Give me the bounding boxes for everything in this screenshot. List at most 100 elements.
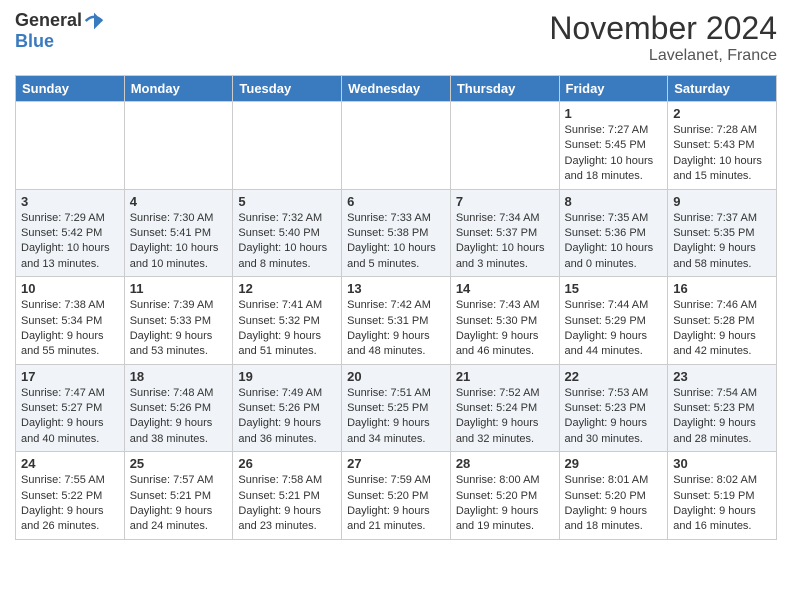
- day-number: 10: [21, 281, 119, 296]
- day-number: 6: [347, 194, 445, 209]
- day-info: Sunrise: 8:00 AM Sunset: 5:20 PM Dayligh…: [456, 473, 554, 535]
- calendar-cell: 7 Sunrise: 7:34 AM Sunset: 5:37 PM Daylig…: [450, 189, 559, 277]
- day-number: 22: [565, 369, 663, 384]
- calendar-cell: 17 Sunrise: 7:47 AM Sunset: 5:27 PM Dayli…: [16, 364, 125, 452]
- day-number: 23: [673, 369, 771, 384]
- calendar-cell: [233, 102, 342, 190]
- col-monday: Monday: [124, 76, 233, 102]
- calendar-cell: 22 Sunrise: 7:53 AM Sunset: 5:23 PM Dayli…: [559, 364, 668, 452]
- calendar-week-row: 24 Sunrise: 7:55 AM Sunset: 5:22 PM Dayli…: [16, 452, 777, 540]
- month-title: November 2024: [549, 10, 777, 47]
- day-info: Sunrise: 7:44 AM Sunset: 5:29 PM Dayligh…: [565, 298, 663, 360]
- col-friday: Friday: [559, 76, 668, 102]
- day-info: Sunrise: 8:02 AM Sunset: 5:19 PM Dayligh…: [673, 473, 771, 535]
- day-info: Sunrise: 7:35 AM Sunset: 5:36 PM Dayligh…: [565, 211, 663, 273]
- day-number: 13: [347, 281, 445, 296]
- day-number: 14: [456, 281, 554, 296]
- day-number: 24: [21, 456, 119, 471]
- day-info: Sunrise: 8:01 AM Sunset: 5:20 PM Dayligh…: [565, 473, 663, 535]
- day-info: Sunrise: 7:59 AM Sunset: 5:20 PM Dayligh…: [347, 473, 445, 535]
- logo-general-text: General: [15, 10, 82, 31]
- calendar-cell: 8 Sunrise: 7:35 AM Sunset: 5:36 PM Daylig…: [559, 189, 668, 277]
- day-info: Sunrise: 7:29 AM Sunset: 5:42 PM Dayligh…: [21, 211, 119, 273]
- calendar-cell: 23Sunrise: 7:54 AM Sunset: 5:23 PM Dayli…: [668, 364, 777, 452]
- logo: General Blue: [15, 10, 104, 52]
- calendar-table: Sunday Monday Tuesday Wednesday Thursday…: [15, 75, 777, 540]
- calendar-cell: 2 Sunrise: 7:28 AM Sunset: 5:43 PM Daylig…: [668, 102, 777, 190]
- day-number: 9: [673, 194, 771, 209]
- day-info: Sunrise: 7:34 AM Sunset: 5:37 PM Dayligh…: [456, 211, 554, 273]
- calendar-cell: 1 Sunrise: 7:27 AM Sunset: 5:45 PM Daylig…: [559, 102, 668, 190]
- calendar-cell: 30 Sunrise: 8:02 AM Sunset: 5:19 PM Dayli…: [668, 452, 777, 540]
- day-info: Sunrise: 7:51 AM Sunset: 5:25 PM Dayligh…: [347, 386, 445, 448]
- day-number: 18: [130, 369, 228, 384]
- calendar-week-row: 1 Sunrise: 7:27 AM Sunset: 5:45 PM Daylig…: [16, 102, 777, 190]
- day-info: Sunrise: 7:28 AM Sunset: 5:43 PM Dayligh…: [673, 123, 771, 185]
- calendar-cell: 19 Sunrise: 7:49 AM Sunset: 5:26 PM Dayli…: [233, 364, 342, 452]
- calendar-cell: 10 Sunrise: 7:38 AM Sunset: 5:34 PM Dayli…: [16, 277, 125, 365]
- day-number: 29: [565, 456, 663, 471]
- day-info: Sunrise: 7:42 AM Sunset: 5:31 PM Dayligh…: [347, 298, 445, 360]
- day-info: Sunrise: 7:49 AM Sunset: 5:26 PM Dayligh…: [238, 386, 336, 448]
- day-number: 28: [456, 456, 554, 471]
- location: Lavelanet, France: [549, 47, 777, 65]
- day-info: Sunrise: 7:32 AM Sunset: 5:40 PM Dayligh…: [238, 211, 336, 273]
- day-number: 4: [130, 194, 228, 209]
- day-number: 16: [673, 281, 771, 296]
- calendar-cell: 14 Sunrise: 7:43 AM Sunset: 5:30 PM Dayli…: [450, 277, 559, 365]
- day-info: Sunrise: 7:46 AM Sunset: 5:28 PM Dayligh…: [673, 298, 771, 360]
- col-sunday: Sunday: [16, 76, 125, 102]
- day-number: 5: [238, 194, 336, 209]
- calendar-cell: [16, 102, 125, 190]
- calendar-cell: 6 Sunrise: 7:33 AM Sunset: 5:38 PM Daylig…: [342, 189, 451, 277]
- day-number: 11: [130, 281, 228, 296]
- calendar-cell: 21Sunrise: 7:52 AM Sunset: 5:24 PM Dayli…: [450, 364, 559, 452]
- day-info: Sunrise: 7:55 AM Sunset: 5:22 PM Dayligh…: [21, 473, 119, 535]
- calendar-cell: [124, 102, 233, 190]
- day-info: Sunrise: 7:58 AM Sunset: 5:21 PM Dayligh…: [238, 473, 336, 535]
- day-info: Sunrise: 7:33 AM Sunset: 5:38 PM Dayligh…: [347, 211, 445, 273]
- day-number: 7: [456, 194, 554, 209]
- col-tuesday: Tuesday: [233, 76, 342, 102]
- calendar-cell: 16 Sunrise: 7:46 AM Sunset: 5:28 PM Dayli…: [668, 277, 777, 365]
- day-info: Sunrise: 7:39 AM Sunset: 5:33 PM Dayligh…: [130, 298, 228, 360]
- calendar-cell: [342, 102, 451, 190]
- day-number: 25: [130, 456, 228, 471]
- calendar-cell: 25Sunrise: 7:57 AM Sunset: 5:21 PM Dayli…: [124, 452, 233, 540]
- day-info: Sunrise: 7:41 AM Sunset: 5:32 PM Dayligh…: [238, 298, 336, 360]
- day-number: 30: [673, 456, 771, 471]
- day-number: 19: [238, 369, 336, 384]
- day-number: 27: [347, 456, 445, 471]
- calendar-cell: 9Sunrise: 7:37 AM Sunset: 5:35 PM Daylig…: [668, 189, 777, 277]
- calendar-cell: 13 Sunrise: 7:42 AM Sunset: 5:31 PM Dayli…: [342, 277, 451, 365]
- calendar-week-row: 3Sunrise: 7:29 AM Sunset: 5:42 PM Daylig…: [16, 189, 777, 277]
- day-info: Sunrise: 7:38 AM Sunset: 5:34 PM Dayligh…: [21, 298, 119, 360]
- calendar-week-row: 10 Sunrise: 7:38 AM Sunset: 5:34 PM Dayli…: [16, 277, 777, 365]
- day-number: 2: [673, 106, 771, 121]
- calendar-week-row: 17 Sunrise: 7:47 AM Sunset: 5:27 PM Dayli…: [16, 364, 777, 452]
- day-number: 15: [565, 281, 663, 296]
- day-info: Sunrise: 7:48 AM Sunset: 5:26 PM Dayligh…: [130, 386, 228, 448]
- day-number: 17: [21, 369, 119, 384]
- col-wednesday: Wednesday: [342, 76, 451, 102]
- calendar-cell: 4 Sunrise: 7:30 AM Sunset: 5:41 PM Daylig…: [124, 189, 233, 277]
- calendar-cell: 27 Sunrise: 7:59 AM Sunset: 5:20 PM Dayli…: [342, 452, 451, 540]
- day-info: Sunrise: 7:52 AM Sunset: 5:24 PM Dayligh…: [456, 386, 554, 448]
- day-number: 1: [565, 106, 663, 121]
- col-saturday: Saturday: [668, 76, 777, 102]
- title-area: November 2024 Lavelanet, France: [549, 10, 777, 65]
- day-number: 26: [238, 456, 336, 471]
- day-number: 8: [565, 194, 663, 209]
- day-info: Sunrise: 7:47 AM Sunset: 5:27 PM Dayligh…: [21, 386, 119, 448]
- calendar-header-row: Sunday Monday Tuesday Wednesday Thursday…: [16, 76, 777, 102]
- day-info: Sunrise: 7:43 AM Sunset: 5:30 PM Dayligh…: [456, 298, 554, 360]
- day-info: Sunrise: 7:30 AM Sunset: 5:41 PM Dayligh…: [130, 211, 228, 273]
- calendar-cell: [450, 102, 559, 190]
- calendar-cell: 26 Sunrise: 7:58 AM Sunset: 5:21 PM Dayli…: [233, 452, 342, 540]
- page-header: General Blue November 2024 Lavelanet, Fr…: [15, 10, 777, 65]
- day-info: Sunrise: 7:27 AM Sunset: 5:45 PM Dayligh…: [565, 123, 663, 185]
- logo-blue-text: Blue: [15, 31, 104, 52]
- calendar-cell: 20Sunrise: 7:51 AM Sunset: 5:25 PM Dayli…: [342, 364, 451, 452]
- day-info: Sunrise: 7:53 AM Sunset: 5:23 PM Dayligh…: [565, 386, 663, 448]
- logo-icon: [84, 11, 104, 31]
